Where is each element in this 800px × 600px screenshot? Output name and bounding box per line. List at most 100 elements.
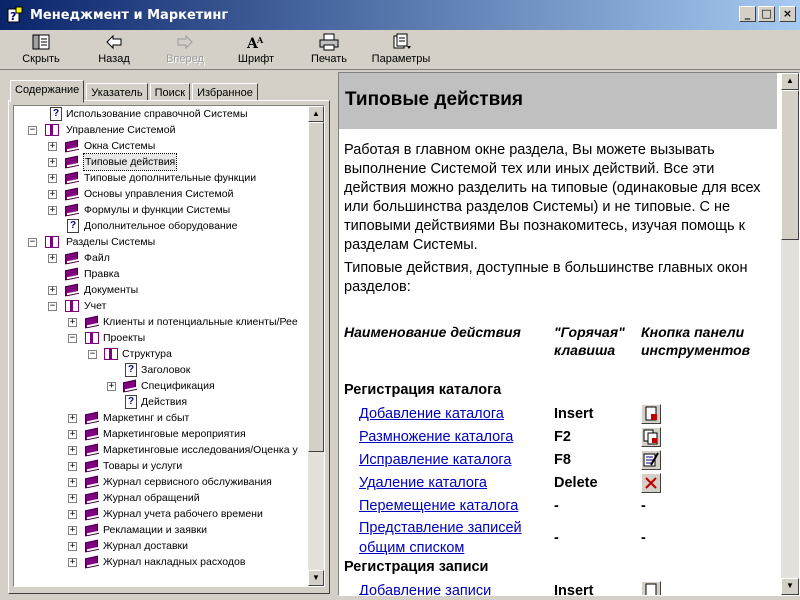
back-button[interactable]: Назад (92, 33, 136, 69)
add-record-link[interactable]: Добавление записи (359, 581, 491, 595)
scroll-down-arrow-icon[interactable]: ▼ (308, 570, 324, 586)
show-records-list-link[interactable]: Представление записей общим списком (359, 518, 522, 558)
expand-icon[interactable]: + (68, 414, 77, 423)
toolbar-button-value: - (641, 530, 646, 546)
book-icon (84, 539, 100, 553)
tree-item[interactable]: ? Дополнительное оборудование (14, 218, 310, 234)
tree-item[interactable]: − Учет (14, 298, 310, 314)
tree-item[interactable]: + Основы управления Системой (14, 186, 310, 202)
help-topic-icon: ? (125, 395, 137, 409)
expand-icon[interactable]: + (68, 526, 77, 535)
expand-icon[interactable]: + (68, 542, 77, 551)
open-book-icon (64, 299, 80, 313)
expand-icon[interactable]: + (48, 254, 57, 263)
tree-item[interactable]: + Спецификация (14, 378, 310, 394)
add-catalog-link[interactable]: Добавление каталога (359, 404, 504, 424)
col-button-header: Кнопка панели инструментов (641, 324, 751, 358)
content-scrollbar[interactable]: ▲ ▼ (781, 73, 799, 595)
expand-icon[interactable]: + (48, 206, 57, 215)
tree-item[interactable]: + Маркетинговые исследования/Оценка у (14, 442, 310, 458)
expand-icon[interactable]: + (68, 430, 77, 439)
collapse-icon[interactable]: − (28, 238, 37, 247)
expand-icon[interactable]: + (48, 158, 57, 167)
tree-item[interactable]: + Журнал накладных расходов (14, 554, 310, 570)
print-button[interactable]: Печать (306, 33, 352, 69)
book-icon (64, 187, 80, 201)
scroll-thumb[interactable] (308, 122, 324, 452)
tree-item[interactable]: ? Заголовок (14, 362, 310, 378)
open-book-icon (84, 331, 100, 345)
collapse-icon[interactable]: − (88, 350, 97, 359)
tree-item[interactable]: ? Использование справочной Системы (14, 106, 310, 122)
add-record-icon (641, 581, 661, 595)
tree-item[interactable]: + Товары и услуги (14, 458, 310, 474)
book-icon (84, 555, 100, 569)
tab-contents[interactable]: Содержание (10, 80, 85, 103)
tree-item[interactable]: + Маркетинговые мероприятия (14, 426, 310, 442)
hotkey-value: Insert (554, 583, 594, 596)
expand-icon[interactable]: + (68, 446, 77, 455)
hotkey-value: F8 (554, 452, 571, 468)
expand-icon[interactable]: + (68, 510, 77, 519)
expand-icon[interactable]: + (68, 318, 77, 327)
tree-item[interactable]: + Журнал доставки (14, 538, 310, 554)
tree-item[interactable]: − Структура (14, 346, 310, 362)
tree-item[interactable]: + Типовые дополнительные функции (14, 170, 310, 186)
toolbar-button-value: - (641, 498, 646, 514)
collapse-icon[interactable]: − (48, 302, 57, 311)
forward-button[interactable]: Вперед (162, 33, 208, 69)
scroll-thumb[interactable] (781, 90, 799, 240)
expand-icon[interactable]: + (48, 190, 57, 199)
section-record-heading: Регистрация записи (344, 559, 489, 575)
tree-item[interactable]: + Журнал сервисного обслуживания (14, 474, 310, 490)
hide-button[interactable]: Скрыть (18, 33, 64, 69)
edit-catalog-link[interactable]: Исправление каталога (359, 450, 511, 470)
expand-icon[interactable]: + (48, 174, 57, 183)
book-icon (64, 171, 80, 185)
minimize-button[interactable]: _ (739, 6, 756, 22)
collapse-icon[interactable]: − (68, 334, 77, 343)
tree-item[interactable]: + Формулы и функции Системы (14, 202, 310, 218)
font-button[interactable]: AA Шрифт (236, 33, 276, 69)
close-button[interactable]: × (779, 6, 796, 22)
duplicate-catalog-link[interactable]: Размножение каталога (359, 427, 513, 447)
expand-icon[interactable]: + (68, 558, 77, 567)
book-icon (84, 491, 100, 505)
content-pane: Типовые действия Работая в главном окне … (338, 72, 800, 596)
tree-item[interactable]: Правка (14, 266, 310, 282)
tree-item[interactable]: + Файл (14, 250, 310, 266)
tree-item[interactable]: + Журнал обращений (14, 490, 310, 506)
delete-catalog-link[interactable]: Удаление каталога (359, 473, 487, 493)
contents-panel: ? Использование справочной Системы − Упр… (8, 100, 330, 594)
tree-item[interactable]: + Документы (14, 282, 310, 298)
tree-item[interactable]: − Проекты (14, 330, 310, 346)
move-catalog-link[interactable]: Перемещение каталога (359, 496, 518, 516)
expand-icon[interactable]: + (68, 494, 77, 503)
tree-item[interactable]: − Управление Системой (14, 122, 310, 138)
book-icon (122, 379, 138, 393)
expand-icon[interactable]: + (107, 382, 116, 391)
expand-icon[interactable]: + (48, 142, 57, 151)
expand-icon[interactable]: + (68, 478, 77, 487)
book-icon (84, 523, 100, 537)
collapse-icon[interactable]: − (28, 126, 37, 135)
tree-item-selected[interactable]: + Типовые действия (14, 153, 310, 171)
tree-item[interactable]: − Разделы Системы (14, 234, 310, 250)
book-icon (64, 155, 80, 169)
scroll-down-arrow-icon[interactable]: ▼ (781, 578, 799, 595)
expand-icon[interactable]: + (68, 462, 77, 471)
tree-item[interactable]: + Окна Системы (14, 138, 310, 154)
scroll-up-arrow-icon[interactable]: ▲ (308, 106, 324, 122)
tree-item[interactable]: + Рекламации и заявки (14, 522, 310, 538)
tree-scrollbar[interactable]: ▲ ▼ (308, 106, 324, 586)
tree-item[interactable]: + Клиенты и потенциальные клиенты/Рее (14, 314, 310, 330)
open-book-icon (103, 347, 119, 361)
maximize-button[interactable]: □ (758, 6, 775, 22)
scroll-up-arrow-icon[interactable]: ▲ (781, 73, 799, 90)
expand-icon[interactable]: + (48, 286, 57, 295)
tree-item[interactable]: + Маркетинг и сбыт (14, 410, 310, 426)
options-button[interactable]: Параметры (370, 33, 432, 69)
edit-catalog-icon (641, 450, 661, 470)
tree-item[interactable]: + Журнал учета рабочего времени (14, 506, 310, 522)
tree-item[interactable]: ? Действия (14, 394, 310, 410)
